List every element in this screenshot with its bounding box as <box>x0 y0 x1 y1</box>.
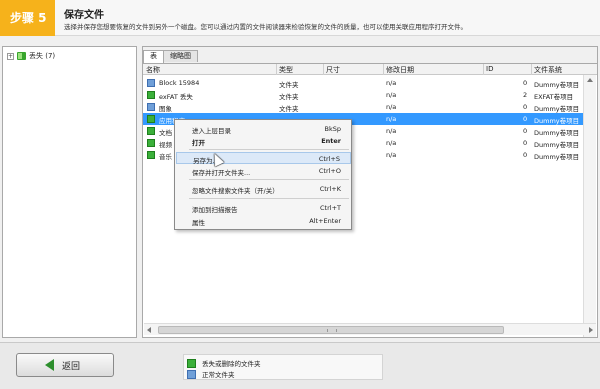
scroll-thumb[interactable] <box>158 326 504 334</box>
lost-folder-icon <box>147 139 155 147</box>
menu-item-label: 忽略文件搜索文件夹（开/关） <box>192 187 279 195</box>
footer-bar: 返回 丢失或删除的文件夹 正常文件夹 <box>0 342 600 389</box>
lost-folder-icon <box>147 115 155 123</box>
menu-item-shortcut: Ctrl+S <box>318 155 340 163</box>
cell-date: n/a <box>386 103 397 111</box>
back-arrow-icon <box>45 359 54 371</box>
menu-item-ignore[interactable]: 忽略文件搜索文件夹（开/关） Ctrl+K <box>176 183 351 195</box>
lost-folder-icon <box>147 127 155 135</box>
tree-item-lost[interactable]: + 丢失 (7) <box>7 51 55 61</box>
lost-folder-icon <box>17 52 26 60</box>
tab-table[interactable]: 表 <box>143 50 164 63</box>
scroll-right-icon[interactable] <box>589 327 593 333</box>
legend-label: 丢失或删除的文件夹 <box>202 360 261 368</box>
step-label: 步骤 5 <box>10 11 47 25</box>
lost-folder-icon <box>147 91 155 99</box>
col-id[interactable]: ID <box>486 65 493 73</box>
col-name[interactable]: 名称 <box>146 65 160 75</box>
legend-item: 丢失或删除的文件夹 <box>187 358 261 368</box>
step-header: 步骤 5 保存文件 选择并保存您想要恢复的文件到另外一个磁盘。您可以通过内置的文… <box>0 0 600 36</box>
cell-date: n/a <box>386 151 397 159</box>
menu-item-shortcut: Ctrl+T <box>320 204 341 212</box>
cell-id: 0 <box>523 139 528 147</box>
menu-item-label: 属性 <box>192 219 205 227</box>
cell-date: n/a <box>386 127 397 135</box>
cell-name: exFAT 丢失 <box>159 93 193 101</box>
page-title: 保存文件 <box>64 10 104 21</box>
menu-item-shortcut: Enter <box>321 137 341 145</box>
menu-item-shortcut: BkSp <box>324 125 341 133</box>
cell-fs: EXFAT卷项目 <box>534 93 574 101</box>
menu-item-open[interactable]: 打开 Enter <box>176 135 351 147</box>
cell-id: 0 <box>523 79 528 87</box>
cell-id: 0 <box>523 103 528 111</box>
cell-fs: Dummy卷项目 <box>534 105 580 113</box>
folder-icon <box>147 79 155 87</box>
menu-item-up[interactable]: 进入上层目录 BkSp <box>176 123 351 135</box>
folder-legend: 丢失或删除的文件夹 正常文件夹 <box>183 354 383 380</box>
table-row[interactable]: 图象 文件夹 n/a 0 Dummy卷项目 <box>143 101 583 113</box>
lost-folder-icon <box>187 358 196 368</box>
back-button[interactable]: 返回 <box>16 353 114 377</box>
cell-name: 视频 <box>159 141 172 149</box>
cell-name: Block 15984 <box>159 79 200 87</box>
cell-fs: Dummy卷项目 <box>534 81 580 89</box>
grip-icon <box>327 329 337 332</box>
menu-item-label: 保存并打开文件夹... <box>192 169 251 177</box>
tree-item-label: 丢失 (7) <box>29 52 56 60</box>
scroll-up-icon[interactable] <box>587 78 593 82</box>
cell-date: n/a <box>386 115 397 123</box>
table-row[interactable]: exFAT 丢失 文件夹 n/a 2 EXFAT卷项目 <box>143 89 583 101</box>
folder-tree[interactable]: + 丢失 (7) <box>2 46 137 338</box>
folder-icon <box>187 369 196 379</box>
cell-date: n/a <box>386 79 397 87</box>
horizontal-scrollbar[interactable] <box>144 323 596 335</box>
scroll-left-icon[interactable] <box>147 327 151 333</box>
page-subtitle: 选择并保存您想要恢复的文件到另外一个磁盘。您可以通过内置的文件阅读器来检验恢复的… <box>64 23 467 31</box>
lost-folder-icon <box>147 151 155 159</box>
context-menu: 进入上层目录 BkSp 打开 Enter 另存为... Ctrl+S 保存并打开… <box>174 119 352 230</box>
cell-fs: Dummy卷项目 <box>534 153 580 161</box>
col-filesystem[interactable]: 文件系统 <box>534 65 562 75</box>
cell-fs: Dummy卷项目 <box>534 117 580 125</box>
table-row[interactable]: Block 15984 文件夹 n/a 0 Dummy卷项目 <box>143 77 583 89</box>
menu-item-shortcut: Alt+Enter <box>309 217 341 225</box>
column-header: 名称 类型 尺寸 修改日期 ID 文件系统 <box>143 64 597 75</box>
cell-id: 0 <box>523 151 528 159</box>
menu-item-save-open[interactable]: 保存并打开文件夹... Ctrl+O <box>176 165 351 177</box>
menu-item-save-as[interactable]: 另存为... Ctrl+S <box>176 152 351 165</box>
step-badge: 步骤 5 <box>0 0 55 36</box>
cell-name: 音乐 <box>159 153 172 161</box>
folder-icon <box>147 103 155 111</box>
cell-id: 0 <box>523 115 528 123</box>
cell-type: 文件夹 <box>279 105 299 113</box>
cell-name: 文档 <box>159 129 172 137</box>
menu-item-label: 进入上层目录 <box>192 127 231 135</box>
cell-id: 0 <box>523 127 528 135</box>
menu-item-add-report[interactable]: 添加到扫描报告 Ctrl+T <box>176 202 351 214</box>
cell-name: 图象 <box>159 105 172 113</box>
expand-icon[interactable]: + <box>7 52 14 60</box>
cell-type: 文件夹 <box>279 81 299 89</box>
col-modified[interactable]: 修改日期 <box>386 65 414 75</box>
legend-label: 正常文件夹 <box>202 371 235 379</box>
legend-item: 正常文件夹 <box>187 369 235 379</box>
cell-id: 2 <box>523 91 528 99</box>
menu-item-label: 打开 <box>192 139 205 147</box>
menu-item-properties[interactable]: 属性 Alt+Enter <box>176 215 351 227</box>
cell-fs: Dummy卷项目 <box>534 129 580 137</box>
col-size[interactable]: 尺寸 <box>326 65 340 75</box>
menu-item-label: 添加到扫描报告 <box>192 206 238 214</box>
vertical-scrollbar[interactable] <box>583 75 596 337</box>
cell-date: n/a <box>386 139 397 147</box>
back-button-label: 返回 <box>62 361 81 372</box>
cell-type: 文件夹 <box>279 93 299 101</box>
menu-item-shortcut: Ctrl+O <box>318 167 341 175</box>
cell-date: n/a <box>386 91 397 99</box>
view-tabs: 表 缩略图 <box>143 50 198 63</box>
menu-item-shortcut: Ctrl+K <box>319 185 341 193</box>
cell-fs: Dummy卷项目 <box>534 141 580 149</box>
col-type[interactable]: 类型 <box>279 65 293 75</box>
tab-thumbnails[interactable]: 缩略图 <box>163 50 198 62</box>
